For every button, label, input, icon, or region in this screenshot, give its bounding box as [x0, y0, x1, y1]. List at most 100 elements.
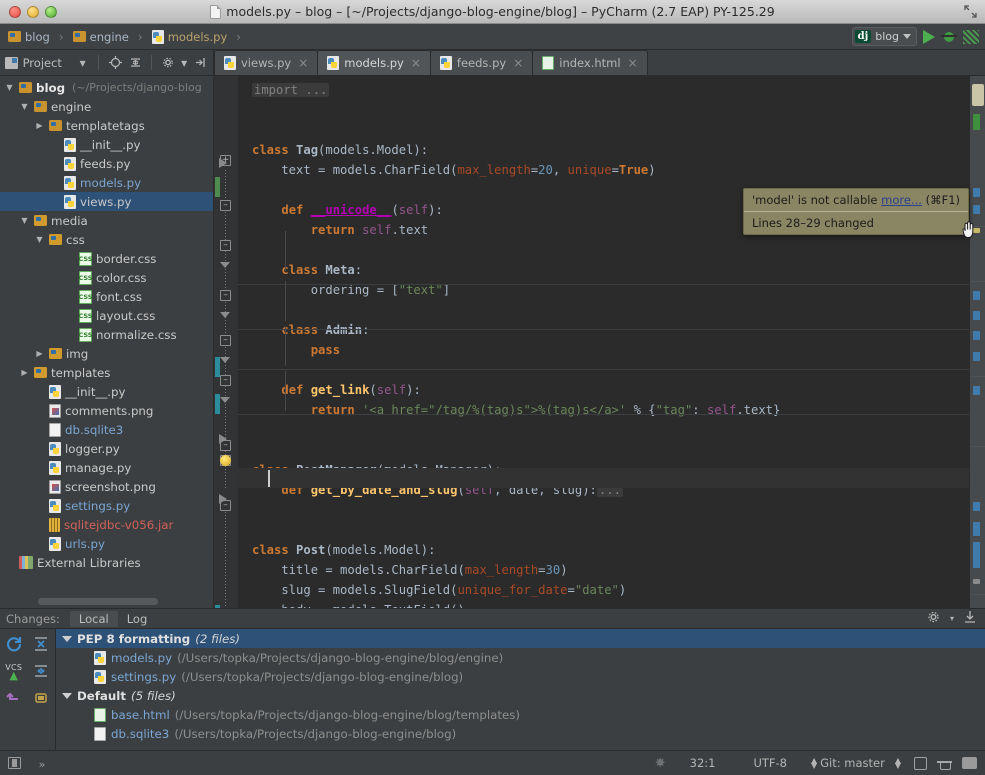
- tree-item--init-py[interactable]: __init__.py: [0, 382, 213, 401]
- rollback-icon[interactable]: [4, 688, 24, 708]
- chevron-down-icon[interactable]: ▾: [75, 55, 90, 71]
- marker-changed[interactable]: [973, 352, 980, 361]
- run-icon[interactable]: [923, 30, 935, 44]
- vcs-commit-icon[interactable]: VCS ▲: [4, 661, 24, 681]
- chevron-down-icon[interactable]: ▾: [950, 614, 954, 623]
- debug-icon[interactable]: [941, 30, 957, 44]
- collapse-all-icon[interactable]: [31, 661, 51, 681]
- marker-changed[interactable]: [973, 311, 980, 320]
- export-icon[interactable]: [963, 610, 977, 627]
- tree-item-models-py[interactable]: models.py: [0, 173, 213, 192]
- scrollbar-thumb[interactable]: [972, 84, 984, 106]
- changed-file-row[interactable]: settings.py(/Users/topka/Projects/django…: [56, 667, 985, 686]
- tree-item-templatetags[interactable]: ▶templatetags: [0, 116, 213, 135]
- tab-views-py[interactable]: views.py ×: [214, 50, 318, 75]
- chevron-right-icon[interactable]: ▶: [34, 121, 45, 130]
- marker-changed[interactable]: [973, 188, 980, 197]
- horizontal-scrollbar[interactable]: [38, 598, 158, 605]
- tree-item-views-py[interactable]: views.py: [0, 192, 213, 211]
- chevron-down-icon[interactable]: ▼: [4, 83, 15, 92]
- marker-added[interactable]: [973, 114, 980, 130]
- fold-collapse-icon[interactable]: –: [220, 375, 231, 386]
- changelist-group[interactable]: Default(5 files): [56, 686, 985, 705]
- tree-item-css[interactable]: ▼css: [0, 230, 213, 249]
- window-toggle-icon[interactable]: [8, 757, 21, 769]
- run-configuration-selector[interactable]: dj blog: [852, 27, 917, 46]
- changed-file-row[interactable]: models.py(/Users/topka/Projects/django-b…: [56, 648, 985, 667]
- fold-collapse-icon[interactable]: –: [220, 200, 231, 211]
- gear-icon[interactable]: [160, 55, 175, 71]
- gear-icon[interactable]: [927, 610, 941, 627]
- tree-item-screenshot-png[interactable]: screenshot.png: [0, 477, 213, 496]
- chevron-down-icon[interactable]: ▾: [181, 55, 188, 71]
- tree-item-logger-py[interactable]: logger.py: [0, 439, 213, 458]
- tab-models-py[interactable]: models.py ×: [317, 50, 431, 75]
- expand-toggle-right[interactable]: »: [39, 758, 46, 771]
- change-marker-added[interactable]: [215, 177, 220, 197]
- marker-changed[interactable]: [973, 522, 980, 536]
- run-gutter-icon[interactable]: [219, 494, 227, 504]
- fold-end-icon[interactable]: [220, 312, 230, 318]
- tree-item-settings-py[interactable]: settings.py: [0, 496, 213, 515]
- project-tree[interactable]: ▼blog(~/Projects/django-blog▼engine▶temp…: [0, 76, 214, 608]
- tree-item-sqlitejdbc-v056-jar[interactable]: sqlitejdbc-v056.jar: [0, 515, 213, 534]
- fold-end-icon[interactable]: [220, 262, 230, 268]
- tab-feeds-py[interactable]: feeds.py ×: [430, 50, 533, 75]
- tree-item-media[interactable]: ▼media: [0, 211, 213, 230]
- change-marker-modified[interactable]: [215, 605, 220, 608]
- breadcrumb-item-engine[interactable]: engine: [71, 29, 131, 45]
- changelist-group[interactable]: PEP 8 formatting(2 files): [56, 629, 985, 648]
- close-icon[interactable]: ×: [513, 56, 523, 70]
- event-log-icon[interactable]: [962, 757, 977, 769]
- changed-file-row[interactable]: db.sqlite3(/Users/topka/Projects/django-…: [56, 724, 985, 743]
- tree-item-normalize-css[interactable]: CSSnormalize.css: [0, 325, 213, 344]
- tree-item-manage-py[interactable]: manage.py: [0, 458, 213, 477]
- tree-item-templates[interactable]: ▶templates: [0, 363, 213, 382]
- tree-item-border-css[interactable]: CSSborder.css: [0, 249, 213, 268]
- marker-changed[interactable]: [973, 331, 980, 340]
- fold-end-icon[interactable]: [220, 357, 230, 363]
- close-icon[interactable]: ×: [298, 56, 308, 70]
- marker-changed[interactable]: [973, 542, 980, 568]
- chevron-down-icon[interactable]: ▼: [34, 235, 45, 244]
- run-gutter-icon[interactable]: [219, 434, 227, 444]
- lock-icon[interactable]: [914, 757, 927, 770]
- intention-bulb-icon[interactable]: [220, 455, 231, 466]
- vcs-branch[interactable]: Git: master: [820, 756, 885, 770]
- expand-all-icon[interactable]: [31, 634, 51, 654]
- changes-list[interactable]: PEP 8 formatting(2 files)models.py(/User…: [56, 629, 985, 750]
- chevron-right-icon[interactable]: ▶: [34, 349, 45, 358]
- refresh-icon[interactable]: [4, 634, 24, 654]
- chevron-right-icon[interactable]: ▶: [19, 368, 30, 377]
- fold-collapse-icon[interactable]: –: [220, 240, 231, 251]
- locate-icon[interactable]: [107, 55, 122, 71]
- tree-item-color-css[interactable]: CSScolor.css: [0, 268, 213, 287]
- file-encoding[interactable]: UTF-8: [739, 756, 801, 770]
- tree-item-feeds-py[interactable]: feeds.py: [0, 154, 213, 173]
- tree-item-external-libraries[interactable]: External Libraries: [0, 553, 213, 572]
- code-text-area[interactable]: import ... class Tag(models.Model): text…: [238, 76, 969, 608]
- close-icon[interactable]: ×: [411, 56, 421, 70]
- tree-item--init-py[interactable]: __init__.py: [0, 135, 213, 154]
- inspection-icon[interactable]: [937, 757, 952, 770]
- run-gutter-icon[interactable]: [219, 158, 227, 168]
- tab-local-changes[interactable]: Local: [70, 611, 118, 627]
- tree-item-comments-png[interactable]: comments.png: [0, 401, 213, 420]
- collapse-all-icon[interactable]: [128, 55, 143, 71]
- marker-changed[interactable]: [973, 291, 980, 300]
- chevron-down-icon[interactable]: [62, 636, 72, 642]
- fullscreen-icon[interactable]: [964, 5, 977, 18]
- tab-vcs-log[interactable]: Log: [118, 611, 157, 627]
- tree-item-blog[interactable]: ▼blog(~/Projects/django-blog: [0, 78, 213, 97]
- fold-end-icon[interactable]: [220, 397, 230, 403]
- editor-gutter[interactable]: + – – – – – – + – – –: [214, 76, 238, 608]
- tab-index-html[interactable]: index.html ×: [532, 50, 647, 75]
- tree-item-db-sqlite3[interactable]: db.sqlite3: [0, 420, 213, 439]
- changed-file-row[interactable]: base.html(/Users/topka/Projects/django-b…: [56, 705, 985, 724]
- marker-changed[interactable]: [973, 205, 980, 214]
- tooltip-more-link[interactable]: more...: [881, 193, 922, 207]
- editor-marker-bar[interactable]: [969, 76, 985, 608]
- hide-panel-icon[interactable]: [193, 55, 208, 71]
- marker-changed[interactable]: [973, 386, 980, 395]
- marker-changed[interactable]: [973, 502, 980, 511]
